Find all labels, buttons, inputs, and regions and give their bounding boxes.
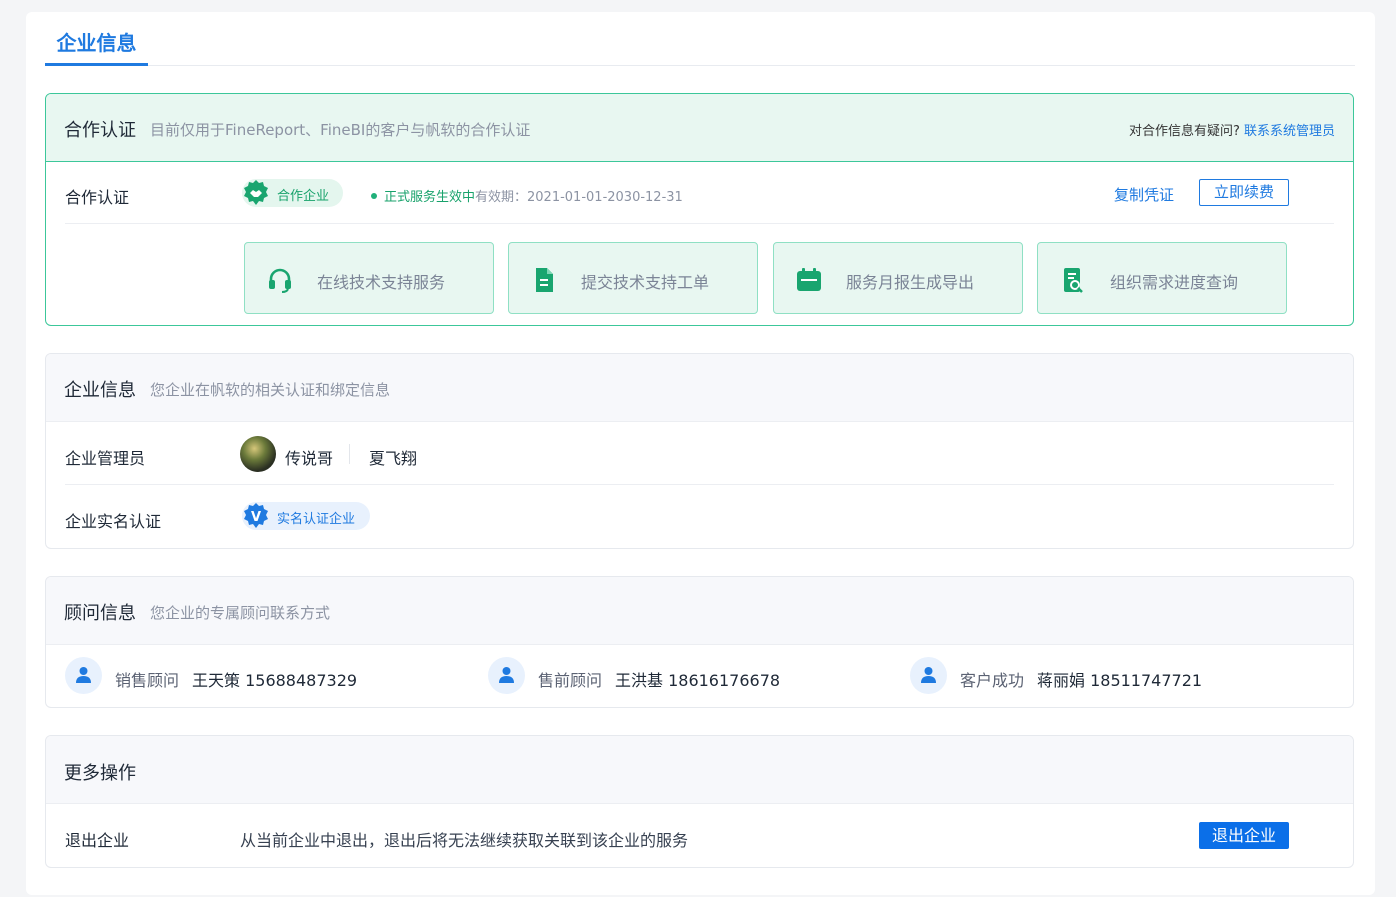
- avatar: [240, 436, 276, 472]
- renew-button[interactable]: 立即续费: [1199, 179, 1289, 206]
- advisor-avatar: [488, 657, 525, 694]
- enterprise-card-header: 企业信息 您企业在帆软的相关认证和绑定信息: [46, 354, 1353, 422]
- service-validity: 有效期：2021-01-01-2030-12-31: [475, 190, 683, 205]
- advisor-contact: 蒋丽娟 18511747721: [1037, 671, 1203, 690]
- quit-description: 从当前企业中退出，退出后将无法继续获取关联到该企业的服务: [240, 831, 689, 850]
- admin-name: 夏飞翔: [369, 449, 418, 468]
- quit-enterprise-button[interactable]: 退出企业: [1199, 822, 1289, 849]
- admin-nickname: 传说哥: [285, 449, 334, 468]
- service-online-support[interactable]: 在线技术支持服务: [244, 242, 494, 314]
- tab-enterprise-info[interactable]: 企业信息: [45, 28, 148, 66]
- cooperation-help-text: 对合作信息有疑问?: [1128, 124, 1240, 139]
- advisor-card: 顾问信息 您企业的专属顾问联系方式 销售顾问 王天策 15688487329 售…: [45, 576, 1354, 708]
- advisor-role: 售前顾问: [538, 671, 603, 690]
- cooperation-row-label: 合作认证: [65, 188, 130, 207]
- realname-label: 企业实名认证: [65, 512, 162, 531]
- service-status: 正式服务生效中有效期：2021-01-01-2030-12-31: [371, 186, 683, 205]
- enterprise-title: 企业信息: [64, 380, 136, 401]
- advisor-contact: 王天策 15688487329: [192, 671, 358, 690]
- advisor-title: 顾问信息: [64, 603, 136, 624]
- page-container: 企业信息 合作认证 目前仅用于FineReport、FineBI的客户与帆软的合…: [26, 12, 1375, 895]
- cooperation-title: 合作认证: [64, 120, 136, 141]
- quit-label: 退出企业: [65, 831, 130, 850]
- service-label: 在线技术支持服务: [317, 273, 446, 292]
- document-search-icon: [1064, 268, 1083, 293]
- status-dot: [371, 193, 377, 199]
- cooperation-help: 对合作信息有疑问? 联系系统管理员: [1129, 120, 1335, 139]
- cooperation-subtitle: 目前仅用于FineReport、FineBI的客户与帆软的合作认证: [150, 121, 531, 139]
- cooperation-card: 合作认证 目前仅用于FineReport、FineBI的客户与帆软的合作认证 对…: [45, 93, 1354, 326]
- service-label: 提交技术支持工单: [581, 273, 710, 292]
- enterprise-subtitle: 您企业在帆软的相关认证和绑定信息: [150, 381, 391, 399]
- user-icon: [499, 667, 514, 683]
- advisor-role: 客户成功: [960, 671, 1025, 690]
- divider: [65, 484, 1334, 485]
- cooperation-card-header: 合作认证 目前仅用于FineReport、FineBI的客户与帆软的合作认证 对…: [46, 94, 1353, 162]
- contact-admin-link[interactable]: 联系系统管理员: [1244, 124, 1335, 139]
- more-actions-header: 更多操作: [46, 736, 1353, 804]
- user-icon: [76, 667, 91, 683]
- partner-badge-label: 合作企业: [277, 189, 330, 204]
- partner-badge: 合作企业: [242, 179, 343, 207]
- admin-label: 企业管理员: [65, 449, 146, 468]
- service-submit-ticket[interactable]: 提交技术支持工单: [508, 242, 758, 314]
- more-actions-title: 更多操作: [64, 763, 136, 784]
- verified-v-icon: V: [244, 503, 268, 528]
- realname-badge-label: 实名认证企业: [277, 512, 356, 527]
- realname-badge: V 实名认证企业: [242, 502, 370, 530]
- verified-mark: V: [251, 510, 261, 525]
- divider: [349, 444, 350, 464]
- advisor-avatar: [910, 657, 947, 694]
- service-monthly-report[interactable]: 服务月报生成导出: [773, 242, 1023, 314]
- tab-bar: 企业信息: [45, 12, 1355, 66]
- headset-icon: [269, 268, 291, 293]
- service-label: 组织需求进度查询: [1110, 273, 1239, 292]
- copy-credential-link[interactable]: 复制凭证: [1114, 184, 1174, 205]
- advisor-subtitle: 您企业的专属顾问联系方式: [150, 604, 331, 622]
- user-icon: [921, 667, 936, 683]
- advisor-contact: 王洪基 18616176678: [615, 671, 781, 690]
- enterprise-card: 企业信息 您企业在帆软的相关认证和绑定信息 企业管理员 传说哥 夏飞翔 企业实名…: [45, 353, 1354, 549]
- advisor-role: 销售顾问: [115, 671, 180, 690]
- advisor-avatar: [65, 657, 102, 694]
- divider: [65, 223, 1334, 224]
- more-actions-card: 更多操作 退出企业 从当前企业中退出，退出后将无法继续获取关联到该企业的服务 退…: [45, 735, 1354, 868]
- service-progress-query[interactable]: 组织需求进度查询: [1037, 242, 1287, 314]
- advisor-card-header: 顾问信息 您企业的专属顾问联系方式: [46, 577, 1353, 645]
- calendar-icon: [797, 268, 821, 291]
- document-icon: [536, 268, 553, 292]
- service-status-ok: 正式服务生效中: [384, 190, 476, 205]
- service-label: 服务月报生成导出: [846, 273, 975, 292]
- handshake-badge-icon: [244, 180, 268, 205]
